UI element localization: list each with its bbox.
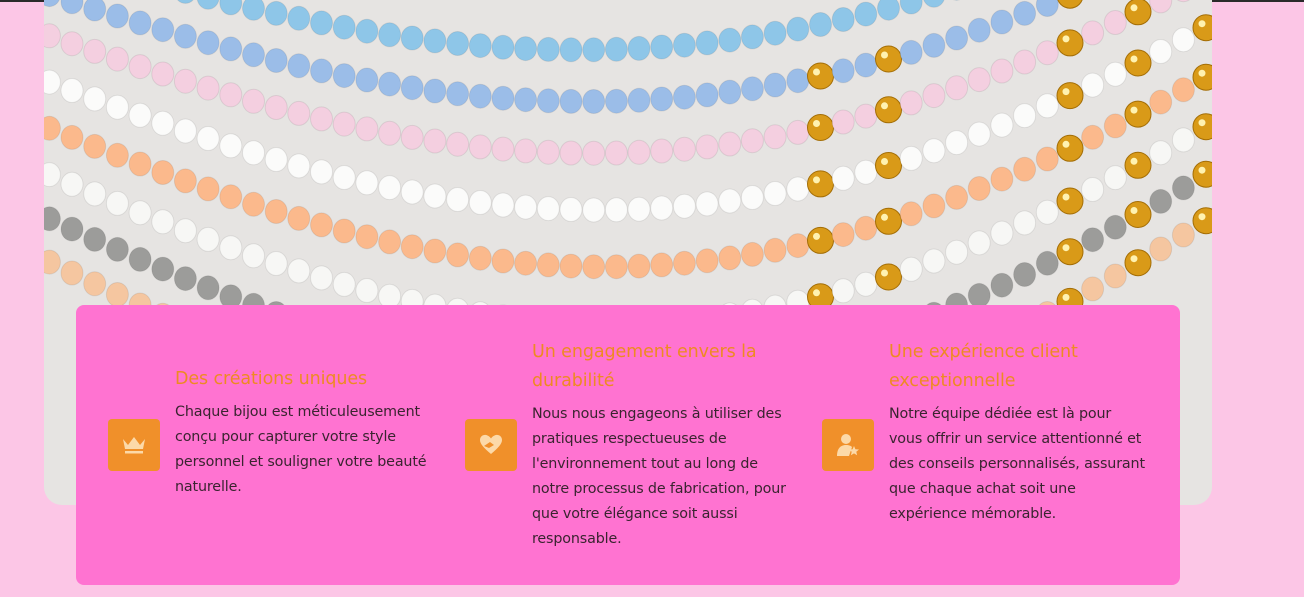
user-star-icon bbox=[822, 419, 874, 471]
features-panel: Des créations uniques Chaque bijou est m… bbox=[76, 305, 1180, 585]
feature-unique-creations: Des créations uniques Chaque bijou est m… bbox=[108, 305, 428, 585]
feature-title: Une expérience client exceptionnelle bbox=[889, 342, 1078, 391]
feature-title: Des créations uniques bbox=[175, 369, 368, 389]
crown-icon bbox=[108, 419, 160, 471]
feature-description: Nous nous engageons à utiliser des prati… bbox=[532, 406, 786, 547]
feature-customer-experience: Une expérience client exceptionnelle Not… bbox=[822, 305, 1152, 585]
feature-title: Un engagement envers la durabilité bbox=[532, 342, 757, 391]
heart-hand-icon bbox=[465, 419, 517, 471]
feature-sustainability: Un engagement envers la durabilité Nous … bbox=[465, 305, 795, 585]
feature-description: Chaque bijou est méticuleusement conçu p… bbox=[175, 404, 427, 495]
feature-description: Notre équipe dédiée est là pour vous off… bbox=[889, 406, 1145, 522]
